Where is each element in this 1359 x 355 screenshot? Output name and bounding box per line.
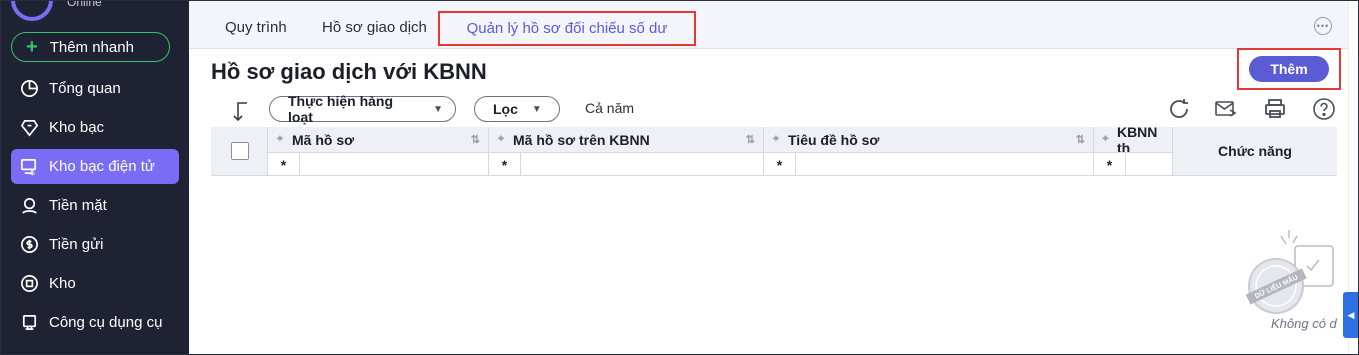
filter-operator[interactable]: * [764, 153, 796, 175]
filter-operator[interactable]: * [268, 153, 300, 175]
filter-cell[interactable]: * [1094, 153, 1173, 175]
sidebar-item-label: Công cụ dụng cụ [49, 314, 163, 331]
cash-icon [19, 196, 39, 216]
filter-dropdown[interactable]: Lọc ▼ [474, 96, 560, 122]
column-header[interactable]: ⌖ KBNN th [1094, 127, 1173, 153]
pin-icon[interactable]: ⌖ [268, 133, 292, 146]
e-treasury-icon: $ [19, 157, 39, 177]
caret-down-icon: ▼ [531, 103, 542, 115]
deposit-icon [19, 235, 39, 255]
tools-icon [19, 313, 39, 333]
tab-transaction-records[interactable]: Hồ sơ giao dịch [322, 19, 427, 36]
sidebar-item-label: Kho bạc điện tử [49, 158, 155, 175]
add-button[interactable]: Thêm [1249, 56, 1329, 82]
filter-cell[interactable]: * [268, 153, 489, 175]
filter-operator[interactable]: * [1094, 153, 1126, 175]
add-button-highlight: Thêm [1237, 48, 1341, 90]
brand-subtitle: Online [67, 0, 102, 9]
sidebar-item-treasury[interactable]: Kho bạc [11, 110, 179, 145]
send-mail-icon[interactable] [1213, 96, 1239, 122]
side-panel-toggle-icon[interactable]: ◀ [1343, 292, 1358, 338]
sidebar-item-label: Kho [49, 275, 76, 292]
filter-operator[interactable]: * [489, 153, 521, 175]
sidebar-item-warehouse[interactable]: Kho [11, 266, 179, 301]
sidebar-item-label: Kho bạc [49, 119, 105, 136]
column-label: KBNN th [1116, 127, 1158, 153]
filter-cell[interactable]: * [764, 153, 1094, 175]
tab-process[interactable]: Quy trình [225, 19, 287, 36]
sidebar-item-label: Tiền mặt [49, 197, 107, 214]
quick-add-label: Thêm nhanh [49, 38, 134, 56]
pin-icon[interactable]: ⌖ [1094, 133, 1117, 146]
sidebar-item-e-treasury[interactable]: $ Kho bạc điện tử [11, 149, 179, 184]
empty-state-message: Không có d [1271, 316, 1337, 331]
more-options-icon[interactable]: ••• [1314, 17, 1332, 35]
filter-label: Lọc [493, 101, 518, 117]
sidebar-nav: Tổng quan Kho bạc $ Kho bạc điện tử Tiền… [1, 71, 189, 344]
quick-add-button[interactable]: + Thêm nhanh [11, 32, 170, 62]
tab-balance-reconciliation[interactable]: Quản lý hồ sơ đối chiếu số dư [438, 11, 696, 46]
sort-icon[interactable]: ⇅ [471, 133, 480, 146]
bulk-action-label: Thực hiện hàng loạt [288, 93, 394, 125]
sidebar-item-tools[interactable]: Công cụ dụng cụ [11, 305, 179, 340]
app-logo[interactable] [11, 1, 53, 21]
records-table: ⌖ Mã hồ sơ ⇅ ⌖ Mã hồ sơ trên KBNN ⇅ ⌖ Ti… [211, 127, 1337, 176]
sort-icon[interactable]: ⇅ [746, 133, 755, 146]
filter-cell[interactable]: * [489, 153, 764, 175]
tab-bar: Quy trình Hồ sơ giao dịch Quản lý hồ sơ … [189, 1, 1348, 49]
sidebar-item-label: Tiền gửi [49, 236, 104, 253]
app-window: Online + Thêm nhanh Tổng quan Kho bạc $ [0, 0, 1359, 355]
pin-icon[interactable]: ⌖ [764, 133, 788, 146]
page-title: Hồ sơ giao dịch với KBNN [211, 59, 487, 84]
refresh-icon[interactable] [1166, 96, 1192, 122]
column-label: Mã hồ sơ [292, 131, 355, 148]
caret-down-icon: ▼ [433, 103, 443, 115]
select-all-checkbox[interactable] [231, 142, 249, 160]
pin-icon[interactable]: ⌖ [489, 133, 513, 146]
sidebar-item-label: Tổng quan [49, 80, 121, 97]
sidebar-item-cash[interactable]: Tiền mặt [11, 188, 179, 223]
column-label: Mã hồ sơ trên KBNN [513, 131, 650, 148]
print-icon[interactable] [1262, 96, 1288, 122]
function-column-header: Chức năng [1173, 127, 1337, 175]
collapse-arrow-icon[interactable] [231, 100, 251, 124]
column-header[interactable]: ⌖ Mã hồ sơ trên KBNN ⇅ [489, 127, 764, 153]
treasury-icon [19, 118, 39, 138]
column-label: Tiêu đề hồ sơ [788, 131, 880, 148]
select-column [211, 127, 268, 175]
bulk-action-dropdown[interactable]: Thực hiện hàng loạt ▼ [269, 93, 456, 125]
sidebar-item-deposit[interactable]: Tiền gửi [11, 227, 179, 262]
sidebar: Online + Thêm nhanh Tổng quan Kho bạc $ [1, 0, 189, 354]
warehouse-icon [19, 274, 39, 294]
period-selector[interactable]: Cả năm [585, 100, 634, 116]
pie-chart-icon [19, 79, 39, 99]
help-icon[interactable] [1311, 96, 1337, 122]
sidebar-item-overview[interactable]: Tổng quan [11, 71, 179, 106]
column-header[interactable]: ⌖ Tiêu đề hồ sơ ⇅ [764, 127, 1094, 153]
plus-icon: + [26, 36, 38, 58]
sort-icon[interactable]: ⇅ [1076, 133, 1085, 146]
main-content: Quy trình Hồ sơ giao dịch Quản lý hồ sơ … [189, 1, 1358, 354]
column-header[interactable]: ⌖ Mã hồ sơ ⇅ [268, 127, 489, 153]
